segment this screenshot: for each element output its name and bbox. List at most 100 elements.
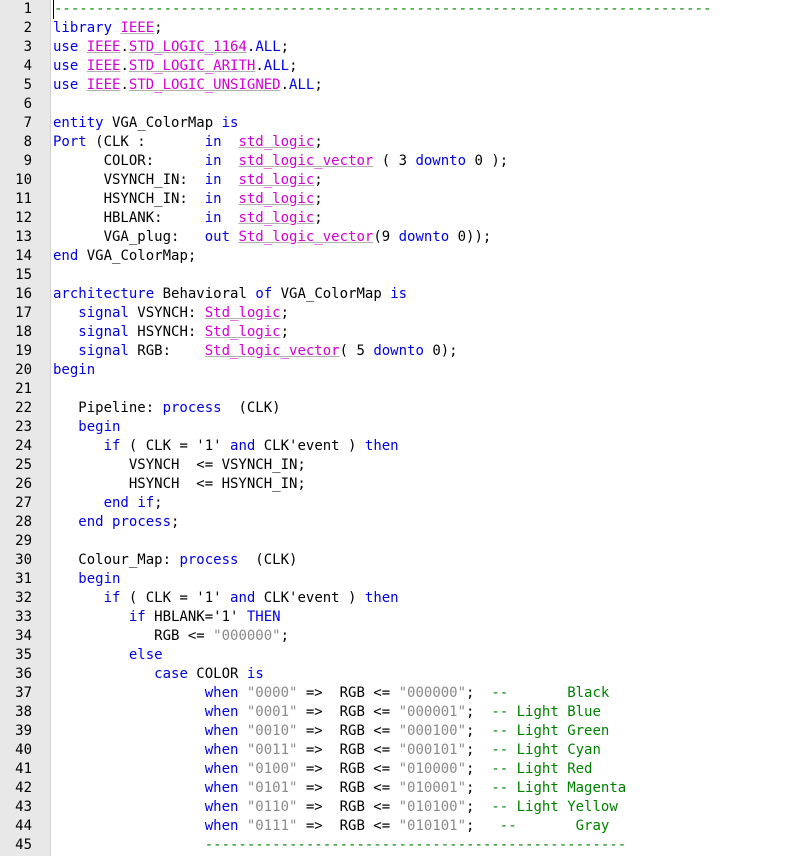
code-line[interactable]: RGB <= "000000";: [53, 627, 289, 646]
code-token: (9: [373, 229, 399, 245]
line-number: 20: [15, 362, 32, 378]
code-token: ( CLK = '1': [120, 438, 231, 454]
code-token: IEEE: [86, 77, 121, 93]
code-line[interactable]: end VGA_ColorMap;: [53, 247, 196, 266]
code-token: ;: [280, 628, 290, 644]
code-line[interactable]: end if;: [53, 494, 163, 513]
line-number: 27: [15, 495, 32, 511]
code-token: ;: [314, 77, 323, 93]
code-line[interactable]: VGA_plug: out Std_logic_vector(9 downto …: [53, 228, 492, 247]
code-line[interactable]: VSYNCH <= VSYNCH_IN;: [53, 456, 306, 475]
code-line[interactable]: if ( CLK = '1' and CLK'event ) then: [53, 437, 399, 456]
code-line[interactable]: ----------------------------------------…: [53, 836, 626, 855]
line-number: 18: [15, 324, 32, 340]
code-token: (CLK): [238, 552, 298, 568]
code-token: ;: [466, 780, 492, 796]
code-token: -- Black: [491, 685, 610, 701]
code-token: .: [280, 77, 290, 93]
code-token: .: [255, 58, 264, 74]
code-line[interactable]: use IEEE.STD_LOGIC_1164.ALL;: [53, 38, 289, 57]
code-line[interactable]: ----------------------------------------…: [53, 0, 711, 19]
code-token: std_logic: [238, 172, 315, 188]
code-token: end: [103, 495, 129, 511]
code-token: ----------------------------------------…: [204, 837, 627, 853]
code-token: in: [204, 172, 222, 188]
code-token: RGB:: [128, 343, 205, 359]
code-token: if: [137, 495, 155, 511]
code-editor[interactable]: 1 2 3 4 5 6 7 8 9 10 11 12 13 14 15 16 17 18 19 20 21 22 23 24 2…: [0, 0, 794, 856]
line-number: 29: [15, 533, 32, 549]
code-line[interactable]: use IEEE.STD_LOGIC_ARITH.ALL;: [53, 57, 298, 76]
code-line[interactable]: when "0111" => RGB <= "010101"; -- Gray: [53, 817, 610, 836]
code-line[interactable]: when "0000" => RGB <= "000000"; -- Black: [53, 684, 610, 703]
code-line[interactable]: signal HSYNCH: Std_logic;: [53, 323, 289, 342]
line-number: 9: [23, 153, 32, 169]
code-token: use: [53, 58, 79, 74]
code-line[interactable]: signal RGB: Std_logic_vector( 5 downto 0…: [53, 342, 457, 361]
code-line[interactable]: begin: [53, 570, 120, 589]
code-line[interactable]: Pipeline: process (CLK): [53, 399, 280, 418]
code-token: => RGB <=: [297, 685, 399, 701]
code-token: "0101": [246, 780, 298, 796]
code-line[interactable]: Port (CLK : in std_logic;: [53, 133, 323, 152]
code-token: is: [246, 666, 264, 682]
code-line[interactable]: HBLANK: in std_logic;: [53, 209, 323, 228]
code-line[interactable]: when "0010" => RGB <= "000100"; -- Light…: [53, 722, 610, 741]
code-token: "0001": [246, 704, 298, 720]
line-number: 31: [15, 571, 32, 587]
code-line[interactable]: else: [53, 646, 163, 665]
code-line[interactable]: begin: [53, 361, 95, 380]
code-token: HSYNCH <= HSYNCH_IN;: [53, 476, 306, 492]
code-token: when: [204, 742, 239, 758]
code-line[interactable]: HSYNCH <= HSYNCH_IN;: [53, 475, 306, 494]
code-line[interactable]: COLOR: in std_logic_vector ( 3 downto 0 …: [53, 152, 509, 171]
code-line[interactable]: Colour_Map: process (CLK): [53, 551, 297, 570]
code-line[interactable]: if HBLANK='1' THEN: [53, 608, 281, 627]
code-token: .: [120, 39, 129, 55]
line-number: 32: [15, 590, 32, 606]
line-number: 44: [15, 818, 32, 834]
line-number: 38: [15, 704, 32, 720]
code-token: HBLANK:: [53, 210, 205, 226]
code-line[interactable]: use IEEE.STD_LOGIC_UNSIGNED.ALL;: [53, 76, 323, 95]
code-line[interactable]: entity VGA_ColorMap is: [53, 114, 238, 133]
code-line[interactable]: architecture Behavioral of VGA_ColorMap …: [53, 285, 407, 304]
line-number: 24: [15, 438, 32, 454]
line-number: 8: [23, 134, 32, 150]
code-line[interactable]: signal VSYNCH: Std_logic;: [53, 304, 289, 323]
code-token: "0110": [246, 799, 298, 815]
code-token: ;: [466, 704, 492, 720]
code-token: if: [103, 590, 121, 606]
code-token: VSYNCH <= VSYNCH_IN;: [53, 457, 306, 473]
code-token: -- Gray: [499, 818, 610, 834]
code-line[interactable]: case COLOR is: [53, 665, 264, 684]
code-line[interactable]: when "0001" => RGB <= "000001"; -- Light…: [53, 703, 601, 722]
code-line[interactable]: HSYNCH_IN: in std_logic;: [53, 190, 323, 209]
code-token: "000101": [398, 742, 467, 758]
line-number: 42: [15, 780, 32, 796]
code-line[interactable]: library IEEE;: [53, 19, 163, 38]
code-line[interactable]: begin: [53, 418, 120, 437]
code-token: HSYNCH:: [128, 324, 205, 340]
code-line[interactable]: VSYNCH_IN: in std_logic;: [53, 171, 323, 190]
code-token: process: [179, 552, 239, 568]
code-token: VGA_ColorMap: [103, 115, 222, 131]
code-line[interactable]: end process;: [53, 513, 179, 532]
code-token: "0010": [246, 723, 298, 739]
code-line[interactable]: when "0100" => RGB <= "010000"; -- Light…: [53, 760, 593, 779]
line-number: 2: [23, 20, 32, 36]
code-line[interactable]: if ( CLK = '1' and CLK'event ) then: [53, 589, 399, 608]
code-line[interactable]: when "0011" => RGB <= "000101"; -- Light…: [53, 741, 601, 760]
code-token: HSYNCH_IN:: [53, 191, 205, 207]
code-line[interactable]: when "0101" => RGB <= "010001"; -- Light…: [53, 779, 626, 798]
code-line[interactable]: when "0110" => RGB <= "010100"; -- Light…: [53, 798, 618, 817]
